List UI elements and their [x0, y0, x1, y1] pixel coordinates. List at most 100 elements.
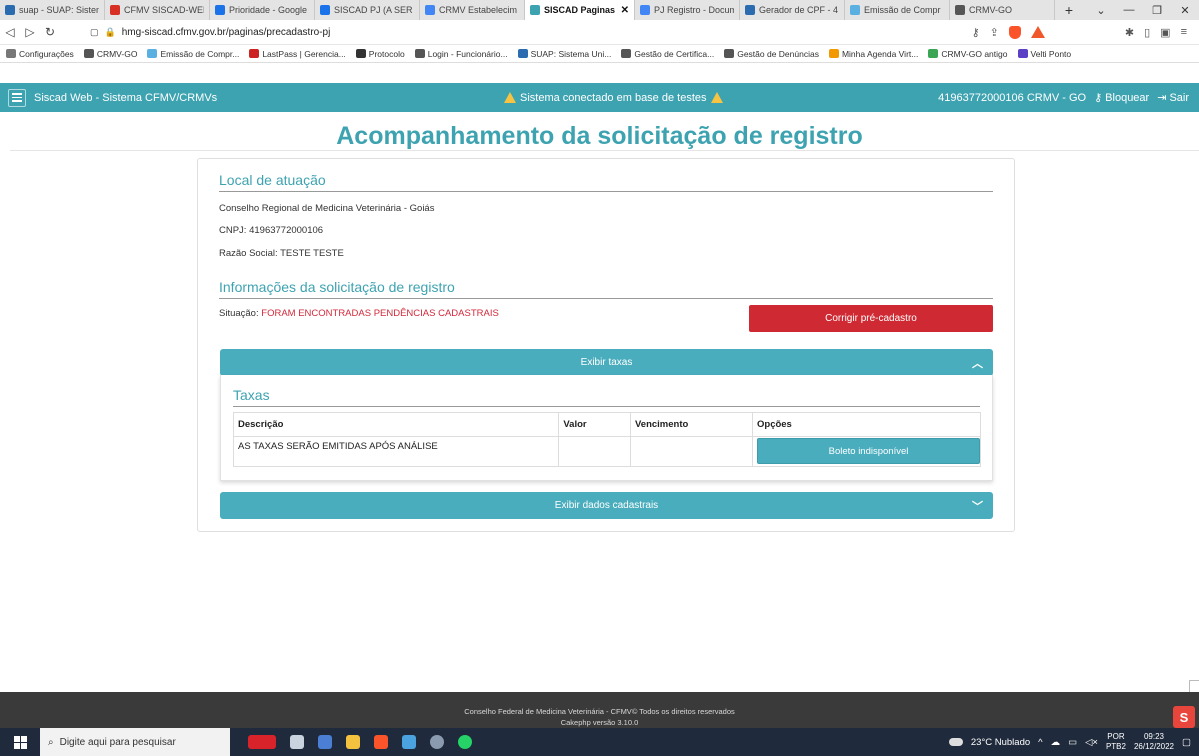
show-registration-data-label[interactable]: Exibir dados cadastrais [555, 500, 658, 511]
sidebar-icon[interactable]: ▯ [1144, 26, 1150, 39]
taskbar-search[interactable]: ⌕ Digite aqui para pesquisar [40, 728, 230, 756]
close-tab-icon[interactable]: ✕ [621, 5, 629, 16]
tab-favicon-icon [530, 5, 540, 15]
url-text[interactable]: hmg-siscad.cfmv.gov.br/paginas/precadast… [122, 27, 331, 38]
bookmark-page-icon[interactable]: ▢ [90, 27, 99, 38]
bookmark-item[interactable]: Gestão de Certifica... [621, 49, 714, 59]
bookmark-label[interactable]: Gestão de Certifica... [634, 49, 714, 59]
new-tab-button[interactable]: + [1055, 0, 1083, 20]
bookmark-item[interactable]: Gestão de Denúncias [724, 49, 819, 59]
bookmark-item[interactable]: Protocolo [355, 49, 405, 59]
boleto-button[interactable]: Boleto indisponível [757, 438, 980, 464]
browser-tab[interactable]: Emissão de Compr [845, 0, 950, 20]
browser-tab[interactable]: suap - SUAP: Sistema Un [0, 0, 105, 20]
show-taxes-toggle[interactable]: Exibir taxas ︿ [220, 349, 993, 376]
share-icon[interactable]: ⇪ [990, 26, 999, 39]
app-icon[interactable] [402, 735, 416, 749]
bookmark-item[interactable]: SUAP: Sistema Uni... [517, 49, 612, 59]
chevron-down-icon[interactable]: ﹀ [972, 498, 983, 514]
tab-title[interactable]: SISCAD PJ (A SER C [334, 5, 414, 15]
menu-icon[interactable]: ≡ [1181, 26, 1187, 38]
file-explorer-icon[interactable] [346, 735, 360, 749]
tab-title[interactable]: Emissão de Compr [864, 5, 941, 15]
browser-tab[interactable]: CFMV SISCAD-WEB [105, 0, 210, 20]
browser-tab[interactable]: SISCAD Paginas ✕ [525, 0, 635, 20]
browser-tab[interactable]: Prioridade - Google [210, 0, 315, 20]
taxes-header-row: Descrição Valor Vencimento Opções [232, 412, 981, 437]
url-field[interactable]: ▢ 🔒 hmg-siscad.cfmv.gov.br/paginas/preca… [90, 27, 972, 38]
news-widget-icon[interactable] [248, 735, 276, 749]
tab-title[interactable]: CFMV SISCAD-WEB [124, 5, 204, 15]
tab-title[interactable]: Gerador de CPF - 4 [759, 5, 838, 15]
chevron-up-icon[interactable]: ︿ [972, 355, 983, 371]
task-view-icon[interactable] [290, 735, 304, 749]
bookmark-item[interactable]: Login - Funcionário... [414, 49, 508, 59]
maximize-icon[interactable]: ❐ [1143, 0, 1171, 20]
tab-title[interactable]: CRMV Estabelecim [439, 5, 517, 15]
clock[interactable]: 09:23 26/12/2022 [1134, 732, 1174, 752]
taskbar-search-placeholder[interactable]: Digite aqui para pesquisar [60, 737, 176, 748]
registration-tracking-card: Local de atuação Conselho Regional de Me… [197, 158, 1015, 532]
bookmark-item[interactable]: CRMV-GO [83, 49, 138, 59]
lock-label[interactable]: Bloquear [1105, 92, 1149, 104]
chevron-up-icon[interactable]: ^ [1038, 737, 1042, 748]
browser-tab[interactable]: CRMV Estabelecim [420, 0, 525, 20]
brave-rewards-icon[interactable] [1030, 26, 1045, 38]
brave-browser-icon[interactable] [374, 735, 388, 749]
bookmark-item[interactable]: Minha Agenda Virt... [828, 49, 918, 59]
browser-tab[interactable]: SISCAD PJ (A SER C [315, 0, 420, 20]
bookmark-label[interactable]: Protocolo [369, 49, 405, 59]
bookmark-item[interactable]: CRMV-GO antigo [928, 49, 1008, 59]
tab-list-icon[interactable]: ⌄ [1087, 0, 1115, 20]
bookmark-label[interactable]: SUAP: Sistema Uni... [531, 49, 612, 59]
bookmark-label[interactable]: CRMV-GO [97, 49, 138, 59]
bookmark-item[interactable]: Configurações [6, 49, 74, 59]
minimize-icon[interactable]: — [1115, 0, 1143, 20]
tab-title[interactable]: CRMV-GO [969, 5, 1012, 15]
logout-link[interactable]: ⇥ Sair [1157, 91, 1189, 105]
bookmark-label[interactable]: Gestão de Denúncias [737, 49, 819, 59]
volume-icon[interactable]: ◁× [1085, 737, 1098, 748]
show-taxes-label[interactable]: Exibir taxas [581, 357, 633, 368]
tab-title[interactable]: SISCAD Paginas [544, 5, 615, 15]
reload-icon[interactable]: ↻ [40, 25, 60, 39]
onedrive-icon[interactable]: ☁ [1051, 737, 1061, 748]
forward-icon[interactable]: ▷ [20, 25, 40, 39]
app-brand[interactable]: Siscad Web - Sistema CFMV/CRMVs [34, 92, 217, 104]
user-app-icon[interactable] [430, 735, 444, 749]
lock-session-link[interactable]: ⚷ Bloquear [1094, 91, 1149, 105]
bookmark-item[interactable]: LastPass | Gerencia... [249, 49, 346, 59]
fix-precadastro-button[interactable]: Corrigir pré-cadastro [749, 305, 993, 332]
bookmark-item[interactable]: Velti Ponto [1017, 49, 1072, 59]
password-key-icon[interactable]: ⚷ [972, 26, 980, 39]
weather-text[interactable]: 23°C Nublado [971, 737, 1030, 748]
bookmark-label[interactable]: Configurações [19, 49, 74, 59]
windows-start-icon[interactable] [0, 735, 40, 749]
tab-title[interactable]: PJ Registro - Docum [654, 5, 734, 15]
bookmark-label[interactable]: LastPass | Gerencia... [262, 49, 345, 59]
tab-title[interactable]: Prioridade - Google [229, 5, 307, 15]
bookmark-label[interactable]: CRMV-GO antigo [941, 49, 1007, 59]
tab-title[interactable]: suap - SUAP: Sistema Un [19, 5, 99, 15]
back-icon[interactable]: ◁ [0, 25, 20, 39]
calculator-icon[interactable] [318, 735, 332, 749]
language-indicator[interactable]: POR PTB2 [1106, 732, 1126, 752]
logout-label[interactable]: Sair [1169, 92, 1189, 104]
notifications-icon[interactable]: ▢ [1182, 737, 1191, 748]
browser-tab[interactable]: CRMV-GO [950, 0, 1055, 20]
bookmark-label[interactable]: Minha Agenda Virt... [842, 49, 918, 59]
wallet-icon[interactable]: ▣ [1160, 26, 1170, 39]
hamburger-menu-icon[interactable] [8, 88, 26, 107]
browser-tab[interactable]: Gerador de CPF - 4 [740, 0, 845, 20]
bookmark-item[interactable]: Emissão de Compr... [147, 49, 239, 59]
bookmark-label[interactable]: Login - Funcionário... [428, 49, 508, 59]
bookmark-label[interactable]: Emissão de Compr... [160, 49, 239, 59]
network-icon[interactable]: ▭ [1068, 737, 1077, 748]
whatsapp-icon[interactable] [458, 735, 472, 749]
show-registration-data-toggle[interactable]: Exibir dados cadastrais ﹀ [220, 492, 993, 519]
extensions-icon[interactable]: ✱ [1125, 26, 1134, 39]
browser-tab[interactable]: PJ Registro - Docum [635, 0, 740, 20]
bookmark-label[interactable]: Velti Ponto [1031, 49, 1072, 59]
brave-shields-icon[interactable] [1008, 25, 1021, 39]
close-window-icon[interactable]: ✕ [1171, 0, 1199, 20]
